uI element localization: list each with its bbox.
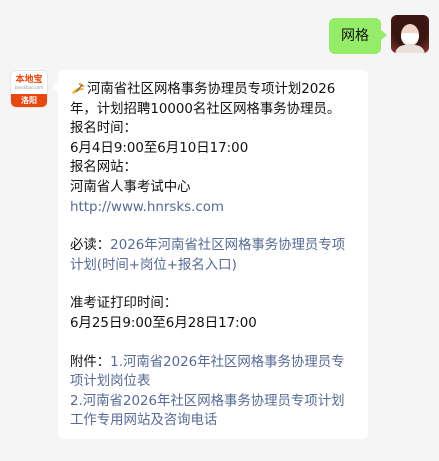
writing-hand-icon <box>72 83 85 94</box>
incoming-message-row: 本地宝 bendibao.com 洛阳 河南省社区网格事务协理员专项计划2026… <box>10 70 368 439</box>
must-read-line: 必读：2026年河南省社区网格事务协理员专项计划(时间+岗位+报名入口) <box>70 236 356 275</box>
intro-title: 河南省社区网格事务协理员专项计划2026年，计划招聘10000名社区网格事务协理… <box>70 82 341 117</box>
outgoing-message-text: 网格 <box>341 28 369 44</box>
reg-time-label: 报名时间： <box>70 121 137 137</box>
attach-link-1[interactable]: 1.河南省2026年社区网格事务协理员专项计划岗位表 <box>70 355 345 390</box>
reg-site-label: 报名网站： <box>70 160 137 176</box>
reg-time-value: 6月4日9:00至6月10日17:00 <box>70 140 249 156</box>
must-read-label: 必读： <box>70 238 111 254</box>
bot-avatar-brand: 本地宝 <box>15 75 43 85</box>
outgoing-message-bubble[interactable]: 网格 <box>329 18 387 54</box>
bot-avatar-city: 洛阳 <box>11 94 47 107</box>
reg-site-url-link[interactable]: http://www.hnrsks.com <box>70 198 356 218</box>
user-avatar[interactable] <box>391 15 429 53</box>
admit-label: 准考证打印时间： <box>70 296 178 312</box>
reg-site-name: 河南省人事考试中心 <box>70 179 191 195</box>
bot-avatar-domain: bendibao.com <box>14 85 44 90</box>
must-read-link[interactable]: 2026年河南省社区网格事务协理员专项计划(时间+岗位+报名入口) <box>70 238 345 273</box>
admit-value: 6月25日9:00至6月28日17:00 <box>70 315 257 331</box>
attach-label: 附件： <box>70 354 111 370</box>
outgoing-message-row: 网格 <box>329 15 429 54</box>
attach-link-2[interactable]: 2.河南省2026年社区网格事务协理员专项计划工作专用网站及咨询电话 <box>70 392 356 431</box>
attach-line-1: 附件：1.河南省2026年社区网格事务协理员专项计划岗位表 <box>70 353 356 392</box>
incoming-message-bubble[interactable]: 河南省社区网格事务协理员专项计划2026年，计划招聘10000名社区网格事务协理… <box>52 70 368 439</box>
bot-avatar[interactable]: 本地宝 bendibao.com 洛阳 <box>10 70 48 108</box>
intro-text: 河南省社区网格事务协理员专项计划2026年，计划招聘10000名社区网格事务协理… <box>70 80 356 119</box>
